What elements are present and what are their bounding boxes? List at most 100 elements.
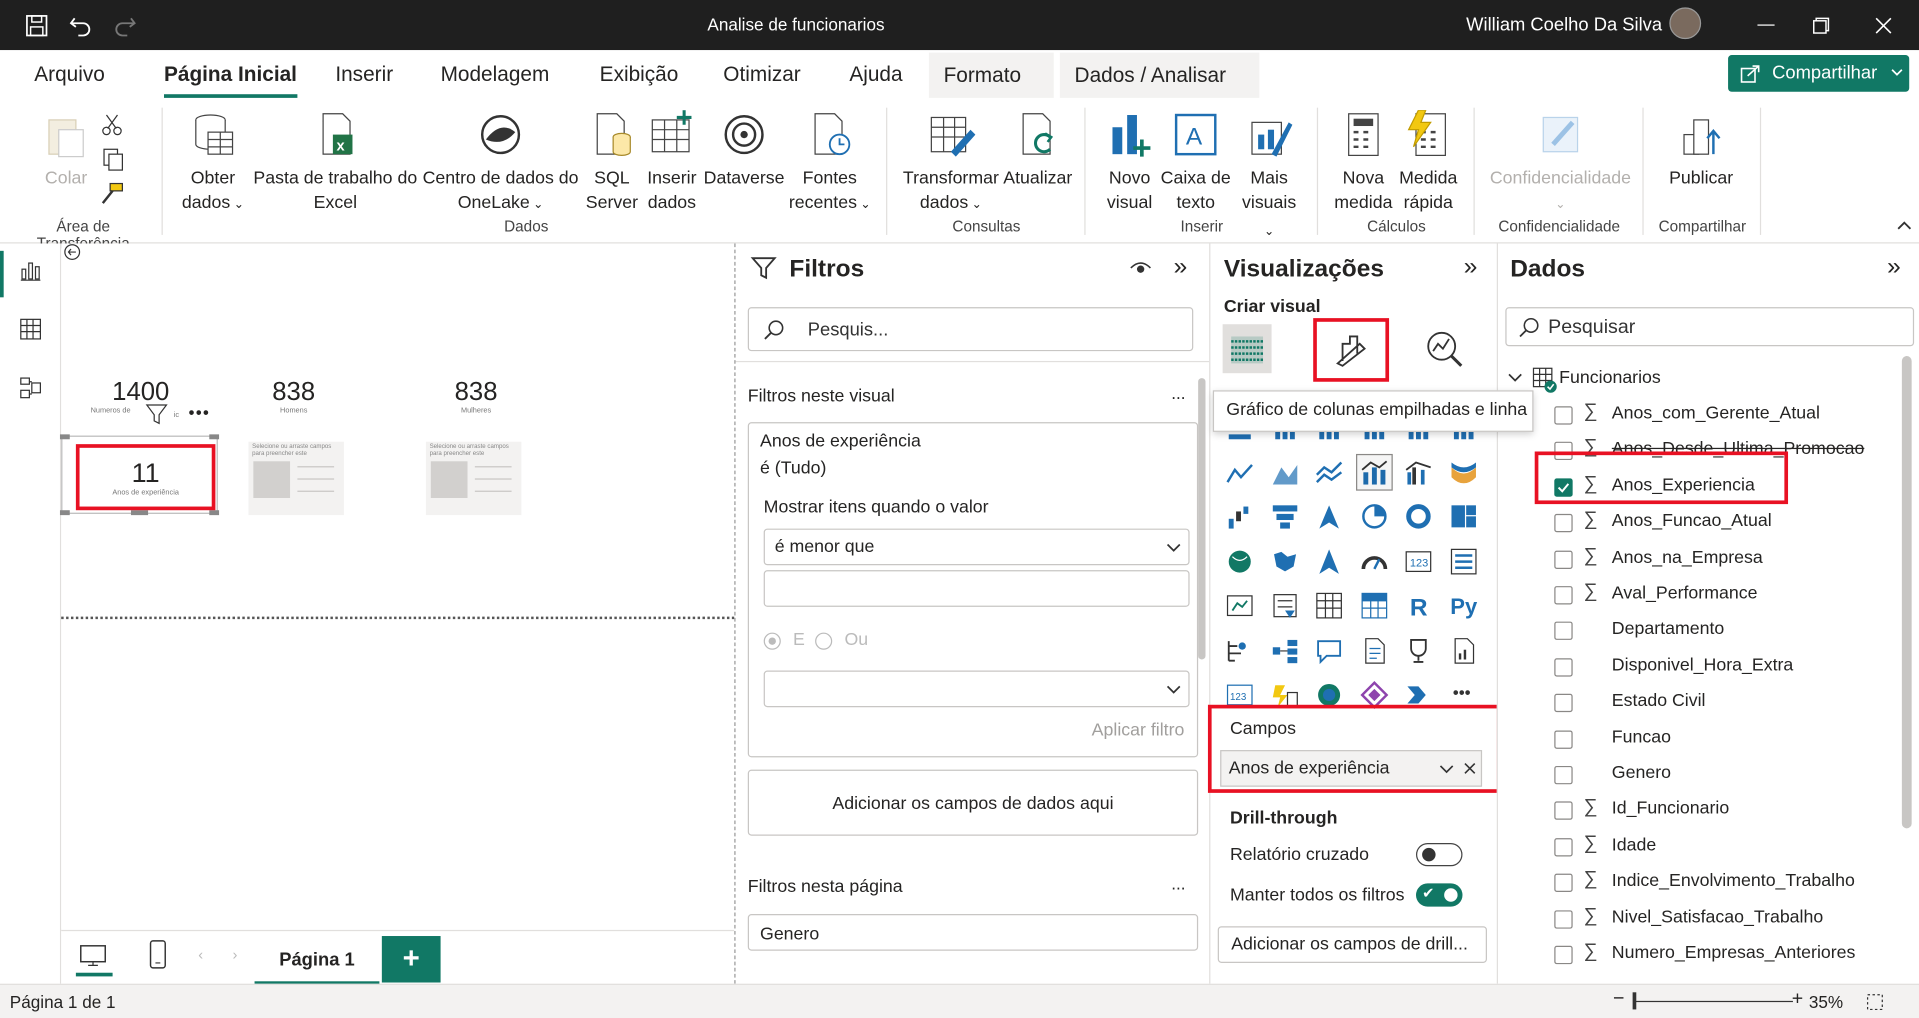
table-view-icon[interactable] — [18, 317, 42, 341]
add-fields-dropzone[interactable]: Adicionar os campos de dados aqui — [747, 769, 1199, 836]
field-checkbox[interactable] — [1554, 550, 1573, 569]
field-item[interactable]: Genero — [1498, 757, 1902, 791]
tab-pagina-inicial[interactable]: Página Inicial — [163, 62, 297, 98]
gauge-icon[interactable] — [1359, 546, 1388, 575]
field-item[interactable]: ∑ Indice_Envolvimento_Trabalho — [1498, 865, 1902, 899]
key-influencers-icon[interactable] — [1225, 636, 1254, 665]
stacked-area-chart-icon[interactable] — [1314, 457, 1343, 486]
treemap-icon[interactable] — [1448, 502, 1477, 531]
field-checkbox[interactable] — [1554, 514, 1573, 533]
dataverse-button[interactable]: Dataverse — [702, 110, 785, 191]
publish-button[interactable]: Publicar — [1664, 110, 1737, 191]
field-checkbox[interactable] — [1554, 406, 1573, 425]
scrollbar[interactable] — [1901, 356, 1912, 829]
format-visual-icon[interactable] — [1333, 332, 1370, 369]
scrollbar[interactable] — [1198, 378, 1206, 660]
analytics-icon[interactable] — [1425, 329, 1464, 368]
zoom-out-icon[interactable]: − — [1613, 989, 1624, 1011]
zoom-slider[interactable] — [1633, 1000, 1793, 1003]
filter-card-genero[interactable]: Genero — [747, 913, 1199, 951]
recent-sources-button[interactable]: Fontes recentes ⌄ — [788, 110, 871, 218]
smart-narrative-icon[interactable] — [1359, 636, 1388, 665]
apply-filter-button[interactable]: Aplicar filtro — [1092, 721, 1185, 741]
field-item[interactable]: ∑ Aval_Performance — [1498, 578, 1902, 612]
kpi-icon[interactable] — [1225, 591, 1254, 620]
onelake-button[interactable]: Centro de dados do OneLake ⌄ — [419, 110, 583, 218]
pie-chart-icon[interactable] — [1359, 502, 1388, 531]
more-options-icon[interactable]: ... — [1171, 874, 1185, 894]
resize-handle[interactable] — [130, 510, 149, 516]
tab-inserir[interactable]: Inserir — [335, 62, 393, 86]
field-checkbox[interactable] — [1554, 909, 1573, 929]
kpi-card-homens[interactable]: 838 Homens — [245, 378, 343, 427]
build-visual-tab[interactable] — [1222, 324, 1272, 374]
resize-handle[interactable] — [209, 510, 220, 516]
resize-handle[interactable] — [59, 434, 70, 440]
tab-modelagem[interactable]: Modelagem — [441, 62, 550, 86]
field-checkbox[interactable] — [1554, 729, 1573, 749]
line-clustered-column-chart-icon[interactable] — [1404, 457, 1433, 486]
more-options-icon[interactable]: ... — [1171, 383, 1185, 403]
donut-chart-icon[interactable] — [1404, 502, 1433, 531]
page-tab-1[interactable]: Página 1 — [254, 936, 380, 985]
waterfall-chart-icon[interactable] — [1225, 502, 1254, 531]
resize-handle[interactable] — [59, 510, 70, 516]
decomposition-tree-icon[interactable] — [1270, 636, 1299, 665]
field-checkbox[interactable] — [1554, 765, 1573, 785]
format-painter-icon[interactable] — [100, 181, 124, 205]
tab-otimizar[interactable]: Otimizar — [723, 62, 800, 86]
field-checkbox[interactable] — [1554, 837, 1573, 857]
text-box-button[interactable]: A Caixa de texto — [1158, 110, 1234, 215]
python-visual-icon[interactable]: Py — [1448, 591, 1478, 620]
field-checkbox[interactable] — [1554, 873, 1573, 893]
share-button[interactable]: Compartilhar — [1728, 55, 1910, 92]
field-item[interactable]: ∑ Anos_Funcao_Atual — [1498, 506, 1902, 540]
r-visual-icon[interactable]: R — [1404, 591, 1433, 620]
field-item[interactable]: ∑ Nivel_Satisfacao_Trabalho — [1498, 901, 1902, 935]
filled-map-icon[interactable] — [1270, 546, 1299, 575]
restore-icon[interactable] — [1813, 17, 1830, 34]
eye-icon[interactable] — [1130, 259, 1152, 276]
tab-exibicao[interactable]: Exibição — [600, 62, 679, 86]
field-item[interactable]: Estado Civil — [1498, 685, 1902, 719]
collapse-ribbon-icon[interactable] — [1897, 220, 1912, 230]
filter-icon[interactable] — [144, 403, 168, 427]
field-well-item[interactable]: Anos de experiência — [1220, 750, 1483, 787]
funnel-chart-icon[interactable] — [1270, 502, 1299, 531]
user-name[interactable]: William Coelho Da Silva — [1466, 15, 1662, 36]
get-data-button[interactable]: Obter dados ⌄ — [176, 110, 249, 218]
field-item[interactable]: Departamento — [1498, 613, 1902, 647]
enter-data-button[interactable]: Inserir dados — [644, 110, 700, 215]
field-item[interactable]: ∑ Id_Funcionario — [1498, 793, 1902, 827]
report-canvas[interactable]: 1400 Numeros de ic ••• 838 Homens 838 Mu… — [59, 243, 735, 929]
kpi-card-mulheres[interactable]: 838 Mulheres — [423, 378, 528, 427]
field-item[interactable]: ∑ Numero_Empresas_Anteriores — [1498, 937, 1902, 971]
or-radio[interactable] — [815, 632, 833, 650]
add-page-button[interactable]: + — [381, 936, 441, 983]
data-search-input[interactable]: Pesquisar — [1505, 307, 1915, 347]
empty-visual-placeholder[interactable]: Selecione ou arraste campos para preench… — [425, 441, 522, 516]
fit-to-page-icon[interactable] — [1865, 992, 1885, 1012]
qna-icon[interactable] — [1314, 636, 1343, 665]
field-item[interactable]: Disponivel_Hora_Extra — [1498, 649, 1902, 683]
add-drill-fields-dropzone[interactable]: Adicionar os campos de drill... — [1217, 926, 1487, 963]
cut-icon[interactable] — [100, 113, 124, 137]
keep-filters-toggle[interactable]: ✔ — [1415, 883, 1463, 907]
paste-button[interactable]: Colar — [42, 110, 91, 191]
tab-ajuda[interactable]: Ajuda — [849, 62, 902, 86]
new-measure-button[interactable]: Nova medida — [1334, 110, 1393, 215]
slicer-icon[interactable] — [1270, 591, 1299, 620]
azure-map-icon[interactable] — [1314, 546, 1343, 575]
minimize-icon[interactable] — [1757, 24, 1775, 26]
matrix-icon[interactable] — [1359, 591, 1388, 620]
mobile-layout-icon[interactable] — [149, 940, 166, 969]
second-operator-dropdown[interactable] — [763, 670, 1190, 708]
filter-value-input[interactable] — [763, 570, 1190, 607]
chevron-down-icon[interactable] — [1508, 373, 1523, 383]
line-chart-icon[interactable] — [1225, 457, 1254, 486]
collapse-filters-icon[interactable]: » — [1174, 253, 1188, 281]
quick-measure-button[interactable]: Medida rápida — [1395, 110, 1461, 215]
resize-handle[interactable] — [209, 434, 220, 440]
save-icon[interactable] — [24, 13, 48, 37]
copy-icon[interactable] — [100, 147, 124, 171]
